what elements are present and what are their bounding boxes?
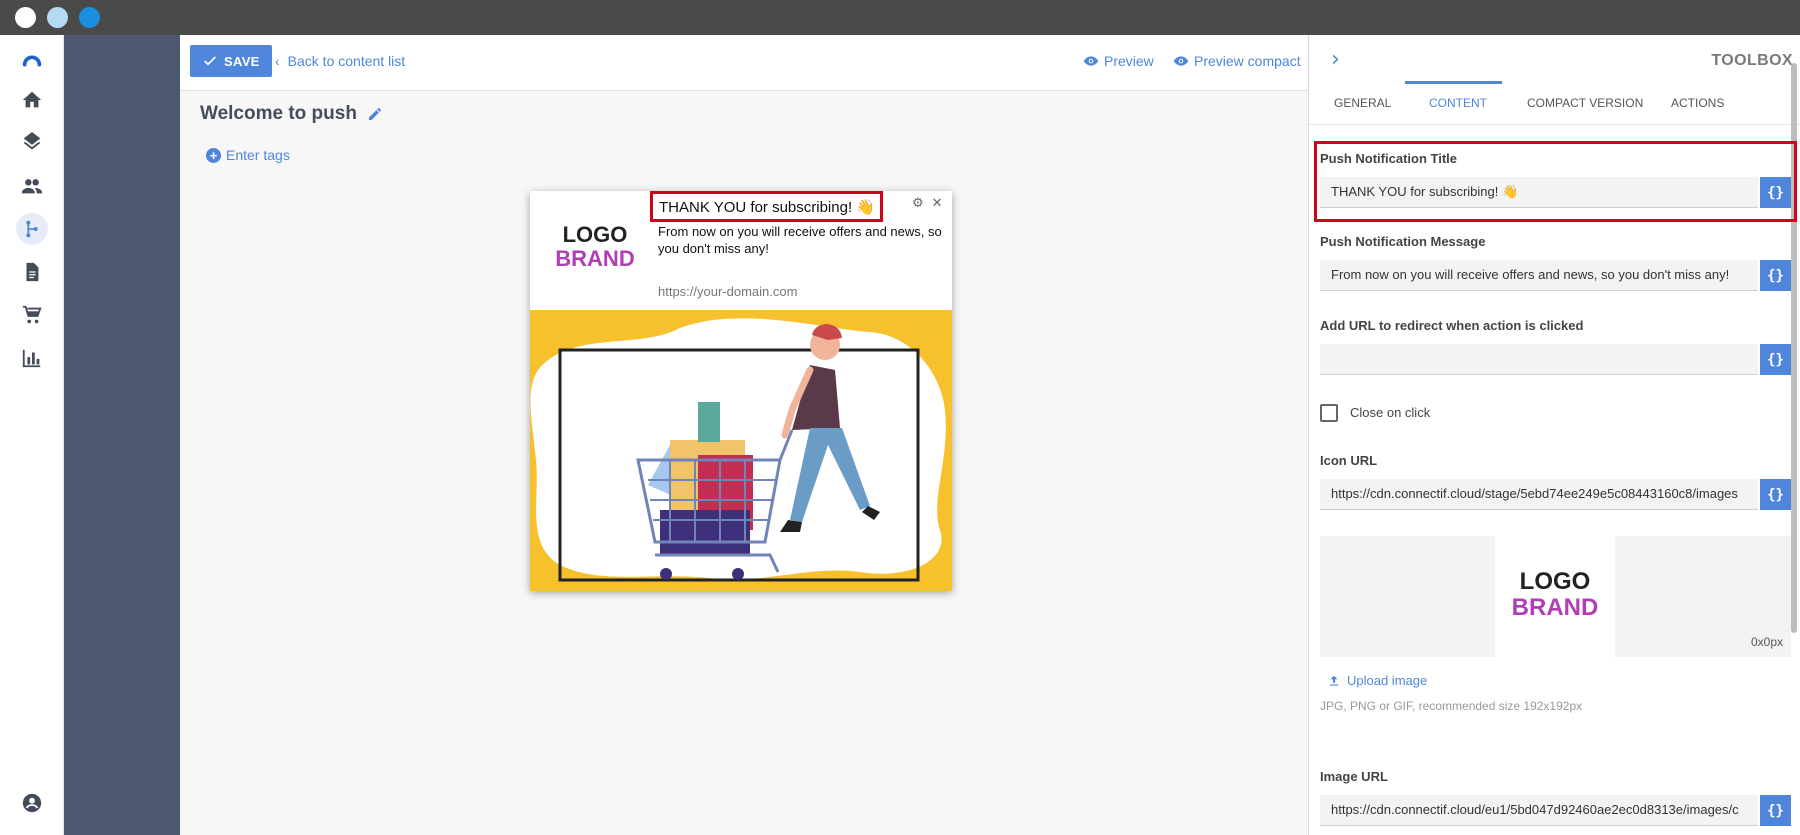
image-url-input[interactable]: https://cdn.connectif.cloud/eu1/5bd047d9…: [1320, 795, 1758, 826]
upload-icon: [1329, 675, 1339, 686]
gear-icon[interactable]: ⚙: [912, 196, 924, 211]
redirect-url-input[interactable]: [1320, 344, 1758, 375]
tab-compact-version[interactable]: COMPACT VERSION: [1527, 81, 1643, 125]
notification-url: https://your-domain.com: [658, 284, 798, 299]
icon-preview-frame: LOGO BRAND: [1495, 536, 1615, 657]
image-url-label: Image URL: [1320, 769, 1388, 784]
icon-url-input[interactable]: https://cdn.connectif.cloud/stage/5ebd74…: [1320, 479, 1758, 510]
toolbox-panel: › TOOLBOX GENERAL CONTENT COMPACT VERSIO…: [1308, 35, 1800, 835]
check-icon: [204, 56, 216, 66]
preview-compact-link[interactable]: Preview compact: [1173, 53, 1301, 69]
image-url-variable-button[interactable]: {}: [1760, 795, 1791, 826]
enter-tags-link[interactable]: + Enter tags: [206, 147, 290, 163]
tab-content[interactable]: CONTENT: [1429, 81, 1487, 125]
window-close-dot[interactable]: [15, 7, 36, 28]
workflow-icon[interactable]: [16, 213, 48, 245]
preview-logo-line2: BRAND: [1511, 594, 1599, 621]
plus-circle-icon: +: [206, 147, 221, 163]
document-icon[interactable]: [16, 256, 48, 288]
redirect-url-label: Add URL to redirect when action is click…: [1320, 318, 1584, 333]
bar-chart-icon[interactable]: [16, 342, 48, 374]
image-size-text: 0x0px: [1750, 635, 1783, 649]
secondary-sidebar: [64, 35, 180, 835]
icon-url-variable-button[interactable]: {}: [1760, 479, 1791, 510]
push-message-input[interactable]: From now on you will receive offers and …: [1320, 260, 1758, 291]
shopping-illustration: [530, 310, 952, 591]
preview-logo: LOGO BRAND: [1495, 570, 1615, 620]
notification-tools: ⚙ ✕: [912, 196, 943, 211]
window-maximize-dot[interactable]: [79, 7, 100, 28]
notification-title: THANK YOU for subscribing! 👋: [650, 191, 883, 222]
save-button[interactable]: SAVE: [190, 45, 272, 77]
editor-canvas: Welcome to push + Enter tags LOGO BRAND …: [180, 91, 1308, 835]
cart-icon[interactable]: [16, 299, 48, 331]
preview-label: Preview: [1104, 53, 1154, 69]
upload-image-label: Upload image: [1347, 673, 1428, 688]
redirect-url-variable-button[interactable]: {}: [1760, 344, 1791, 375]
page-title-text: Welcome to push: [200, 103, 357, 124]
editor-toolbar: SAVE ‹ Back to content list Preview Prev…: [180, 35, 1308, 91]
panel-scrollbar[interactable]: [1791, 63, 1797, 633]
toolbox-tabs: GENERAL CONTENT COMPACT VERSION ACTIONS: [1309, 81, 1800, 125]
enter-tags-label: Enter tags: [226, 147, 290, 163]
eye-icon: [1083, 56, 1099, 66]
tab-general[interactable]: GENERAL: [1334, 81, 1391, 125]
chevron-right-icon[interactable]: ›: [1331, 47, 1340, 72]
notification-hero-image: [530, 310, 952, 591]
home-icon[interactable]: [16, 84, 48, 116]
tab-actions[interactable]: ACTIONS: [1671, 81, 1724, 125]
back-to-list-link[interactable]: ‹ Back to content list: [275, 53, 405, 69]
notification-message: From now on you will receive offers and …: [658, 224, 942, 256]
preview-link[interactable]: Preview: [1083, 53, 1154, 69]
push-title-label: Push Notification Title: [1320, 151, 1457, 166]
window-titlebar: [0, 0, 1800, 35]
push-message-label: Push Notification Message: [1320, 234, 1486, 249]
eye-icon: [1173, 56, 1189, 66]
logo-text-line1: LOGO: [562, 222, 628, 247]
icon-image-preview: LOGO BRAND 0x0px: [1320, 536, 1791, 657]
close-icon[interactable]: ✕: [932, 196, 943, 211]
icon-url-label: Icon URL: [1320, 453, 1378, 468]
main-nav-rail: [0, 35, 64, 835]
close-on-click-label: Close on click: [1350, 405, 1431, 420]
layers-icon[interactable]: [16, 127, 48, 159]
upload-image-link[interactable]: Upload image: [1327, 673, 1427, 688]
notification-logo: LOGO BRAND: [550, 224, 640, 270]
logo-text-line2: BRAND: [555, 246, 635, 271]
upload-hint: JPG, PNG or GIF, recommended size 192x19…: [1320, 699, 1583, 713]
back-link-label: Back to content list: [287, 53, 406, 69]
page-title: Welcome to push: [200, 103, 383, 125]
pencil-icon[interactable]: [367, 106, 383, 122]
people-icon[interactable]: [16, 170, 48, 202]
preview-compact-label: Preview compact: [1194, 53, 1301, 69]
toolbox-title: TOOLBOX: [1711, 52, 1793, 69]
preview-logo-line1: LOGO: [1519, 568, 1591, 595]
push-title-variable-button[interactable]: {}: [1760, 177, 1791, 208]
push-title-input[interactable]: THANK YOU for subscribing! 👋: [1320, 177, 1758, 208]
push-notification-preview: LOGO BRAND THANK YOU for subscribing! 👋 …: [530, 191, 952, 591]
save-button-label: SAVE: [224, 53, 260, 69]
app-logo-icon[interactable]: [16, 45, 48, 77]
window-minimize-dot[interactable]: [47, 7, 68, 28]
chevron-left-icon: ‹: [275, 53, 280, 69]
account-icon[interactable]: [16, 787, 48, 819]
close-on-click-checkbox[interactable]: [1320, 404, 1338, 422]
toolbox-header: › TOOLBOX: [1309, 35, 1800, 81]
push-message-variable-button[interactable]: {}: [1760, 260, 1791, 291]
